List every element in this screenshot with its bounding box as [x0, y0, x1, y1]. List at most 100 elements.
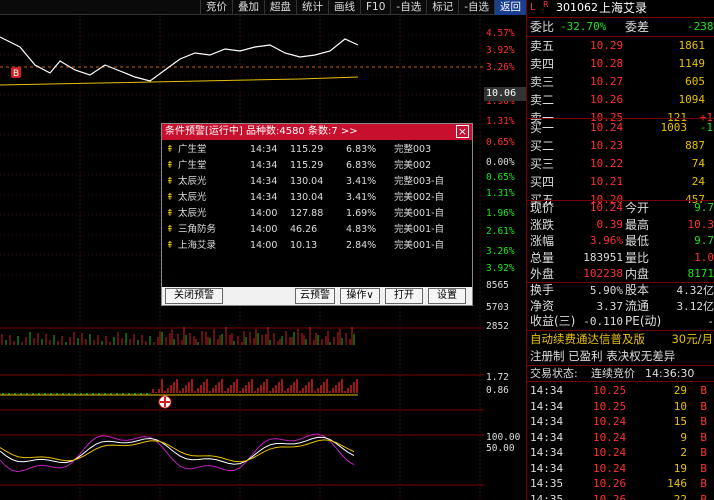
tick-time: 14:34	[530, 415, 564, 428]
alert-row[interactable]: ⇞ 太辰光 14:00 127.88 1.69% 完美001-自	[162, 206, 472, 221]
ask-label: 卖五	[530, 39, 555, 53]
alert-time: 14:34	[250, 144, 278, 155]
dialog-title: 条件预警[运行中] 品种数:4580 条数:7 >>	[165, 126, 358, 137]
tick-volume: 15	[673, 415, 687, 428]
dialog-title-bar[interactable]: 条件预警[运行中] 品种数:4580 条数:7 >> ×	[162, 124, 472, 140]
quote-header: L R 301062 上海艾录	[527, 0, 714, 16]
condition-alert-dialog[interactable]: 条件预警[运行中] 品种数:4580 条数:7 >> × ⇞ 广生堂 14:34 11…	[161, 123, 473, 306]
stat-label: 最高	[625, 217, 650, 232]
stat-value: 5.90%	[589, 284, 623, 297]
alert-pct: 3.41%	[346, 192, 377, 203]
ask-row: 卖四 10.28 1149	[527, 55, 714, 73]
ad-text[interactable]: 自动续费通达信普及版	[530, 331, 645, 347]
ask-row: 卖五 10.29 1861	[527, 37, 714, 55]
tick-time: 14:34	[530, 461, 564, 475]
ad-row[interactable]: 自动续费通达信普及版 30元/月	[527, 331, 714, 347]
stat-label: 今开	[625, 201, 650, 215]
volume-tick-label: 8565	[486, 280, 509, 291]
tick-price: 10.25	[593, 384, 627, 397]
bid-label: 买四	[530, 175, 555, 189]
alert-condition: 完美002	[394, 160, 432, 171]
stock-name: 上海艾录	[599, 1, 648, 15]
toolbar-button-3[interactable]: 统计	[296, 0, 328, 15]
stat-value: 1.0	[694, 250, 714, 264]
toolbar-button-9[interactable]: 返回	[494, 0, 526, 15]
ask-volume: 605	[685, 75, 705, 88]
alert-stock-name: 太辰光	[178, 192, 207, 203]
stat-label: 内盘	[625, 267, 650, 281]
ask-row: 卖二 10.26 1094	[527, 91, 714, 109]
alert-row[interactable]: ⇞ 太辰光 14:34 130.04 3.41% 完美002-自	[162, 190, 472, 205]
divider	[527, 381, 714, 382]
pct-tick-label: 2.61%	[486, 226, 515, 237]
stat-value: 9.7	[694, 201, 714, 214]
alert-time: 14:34	[250, 160, 278, 171]
alert-price: 10.13	[290, 240, 318, 251]
toolbar-button-1[interactable]: 叠加	[232, 0, 264, 15]
alert-time: 14:00	[250, 208, 278, 219]
stat-row: 涨幅 3.96% 最低 9.7	[527, 233, 714, 249]
alert-condition: 完整003-自	[394, 176, 445, 187]
toolbar-button-5[interactable]: F10	[360, 0, 390, 15]
stat2-row: 换手 5.90% 股本 4.32亿	[527, 283, 714, 298]
ask-volume: 1149	[678, 57, 706, 70]
tick-row: 14:35 10.26 146 B	[527, 476, 714, 491]
bid-price: 10.24	[590, 121, 624, 134]
tick-volume: 29	[673, 384, 687, 397]
volume-tick-label: 2852	[486, 321, 509, 332]
alert-row[interactable]: ⇞ 三角防务 14:00 46.26 4.83% 完美001-自	[162, 222, 472, 237]
stat-label: 换手	[530, 283, 555, 297]
close-alert-button[interactable]: 关闭预警	[165, 288, 223, 304]
tick-row: 14:34 10.24 19 B	[527, 461, 714, 476]
ask-price: 10.29	[590, 39, 624, 52]
alert-condition: 完美001-自	[394, 208, 445, 219]
stat-label: 涨幅	[530, 234, 555, 248]
alert-row[interactable]: ⇞ 上海艾录 14:00 10.13 2.84% 完美001-自	[162, 238, 472, 253]
stock-code: 301062	[556, 1, 598, 14]
stat-value: 183951	[583, 250, 623, 264]
open-button[interactable]: 打开	[385, 288, 423, 304]
ask-label: 卖四	[530, 57, 555, 71]
alert-stock-name: 太辰光	[178, 176, 207, 187]
alert-row[interactable]: ⇞ 太辰光 14:34 130.04 3.41% 完整003-自	[162, 174, 472, 189]
toolbar-button-7[interactable]: 标记	[426, 0, 458, 15]
tick-time: 14:34	[530, 446, 564, 459]
divider	[527, 17, 714, 18]
alert-pct: 2.84%	[346, 240, 377, 251]
alert-price: 115.29	[290, 144, 324, 155]
ask-price: 10.28	[590, 57, 624, 70]
tick-price: 10.24	[593, 446, 627, 459]
alert-time: 14:00	[250, 240, 278, 251]
ask-label: 卖二	[530, 93, 555, 107]
close-icon[interactable]: ×	[456, 125, 469, 138]
alert-pct: 6.83%	[346, 160, 377, 171]
tick-price: 10.26	[593, 492, 627, 500]
bid-label: 买三	[530, 157, 555, 171]
tick-direction: B	[700, 399, 707, 413]
alert-price: 130.04	[290, 176, 324, 187]
stat-label: 最低	[625, 234, 650, 248]
settings-button[interactable]: 设置	[428, 288, 466, 304]
pct-tick-label: 3.92%	[486, 45, 515, 56]
cloud-alert-button[interactable]: 云预警	[295, 288, 335, 304]
toolbar-button-8[interactable]: -自选	[458, 0, 494, 15]
stat-value: 0.39	[596, 217, 624, 231]
toolbar-button-0[interactable]: 竞价	[200, 0, 232, 15]
alert-row[interactable]: ⇞ 广生堂 14:34 115.29 6.83% 完美002	[162, 158, 472, 173]
alert-price: 46.26	[290, 224, 318, 235]
toolbar-button-6[interactable]: -自选	[390, 0, 426, 15]
bid-volume: 74	[691, 157, 705, 170]
bid-volume: 24	[691, 175, 705, 188]
indicator-tick-label: 1.72	[486, 372, 509, 383]
alert-arrow-icon: ⇞	[166, 176, 174, 187]
tick-row: 14:34 10.24 9 B	[527, 430, 714, 445]
toolbar-button-4[interactable]: 画线	[328, 0, 360, 15]
alert-arrow-icon: ⇞	[166, 192, 174, 203]
ad-price[interactable]: 30元/月	[671, 331, 713, 347]
alert-row[interactable]: ⇞ 广生堂 14:34 115.29 6.83% 完整003	[162, 142, 472, 157]
toolbar-button-2[interactable]: 超盘	[264, 0, 296, 15]
operations-button[interactable]: 操作∨	[340, 288, 380, 304]
ask-label: 卖三	[530, 75, 555, 89]
tick-row: 14:35 10.26 22 B	[527, 492, 714, 500]
alert-list[interactable]: ⇞ 广生堂 14:34 115.29 6.83% 完整003 ⇞ 广生堂 14:34 115.29…	[162, 140, 472, 287]
